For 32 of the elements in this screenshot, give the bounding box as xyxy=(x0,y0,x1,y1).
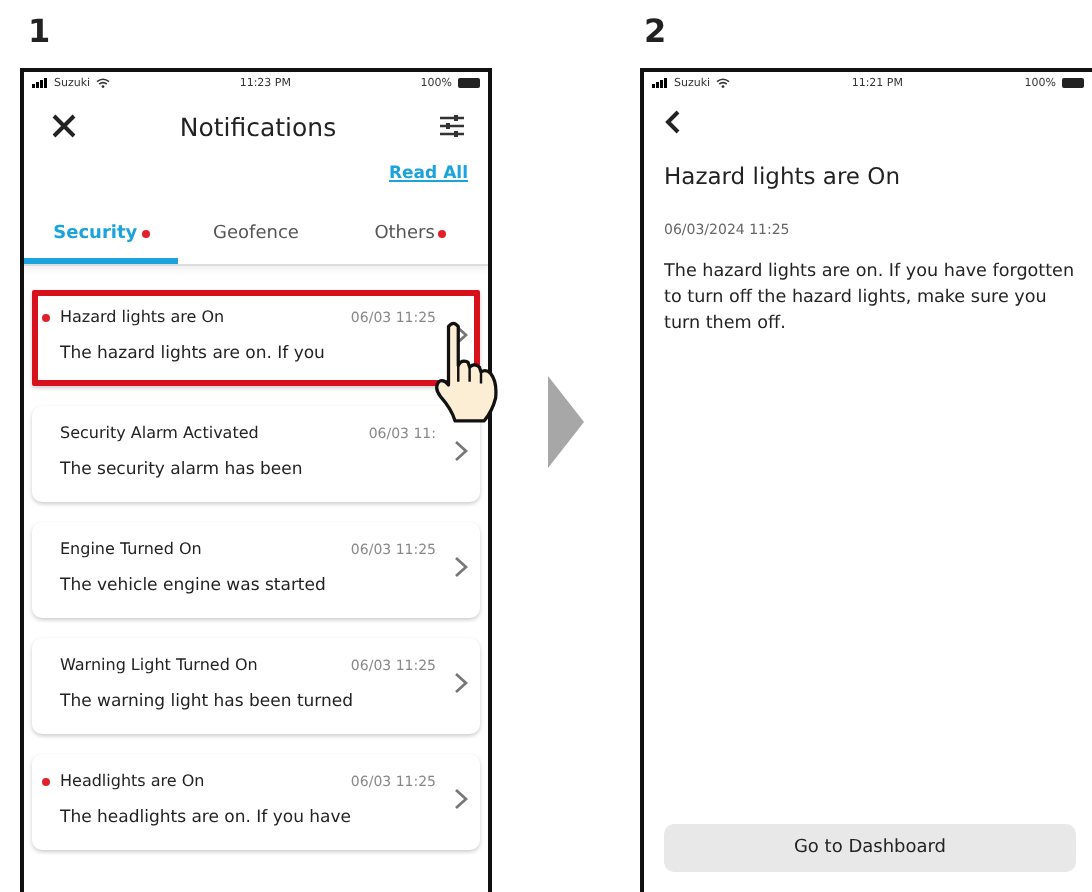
step-number: 2 xyxy=(644,12,667,50)
back-icon[interactable] xyxy=(664,110,680,134)
step-number: 1 xyxy=(28,12,51,50)
signal-icon xyxy=(652,78,668,88)
notification-preview: The vehicle engine was started xyxy=(60,576,328,596)
chevron-right-icon xyxy=(454,440,468,462)
filter-settings-icon[interactable] xyxy=(440,114,464,138)
next-step-arrow-icon xyxy=(548,376,584,468)
notification-preview: The warning light has been turned xyxy=(60,692,356,712)
category-tab[interactable]: Geofence xyxy=(178,212,334,264)
notification-title: Security Alarm Activated xyxy=(60,424,259,442)
notification-title: Hazard lights are On xyxy=(664,162,902,190)
chevron-right-icon xyxy=(454,788,468,810)
close-icon[interactable] xyxy=(52,114,76,138)
notification-body: The hazard lights are on. If you have forgotten to turn off the hazard lights, make sure you turn them off. xyxy=(664,260,1076,338)
chevron-right-icon xyxy=(454,556,468,578)
notification-title: Headlights are On xyxy=(60,772,205,790)
notification-title: Warning Light Turned On xyxy=(60,656,258,674)
notification-title: Engine Turned On xyxy=(60,540,202,558)
screen-title: Notifications xyxy=(179,111,337,141)
battery-icon xyxy=(1061,78,1084,88)
wifi-icon xyxy=(716,78,731,88)
category-tab[interactable]: Others xyxy=(333,212,488,264)
signal-icon xyxy=(32,78,48,88)
notification-preview: The headlights are on. If you have xyxy=(60,808,354,828)
notification-preview: The hazard lights are on. If you xyxy=(60,344,327,364)
notification-title: Hazard lights are On xyxy=(60,308,225,326)
wifi-icon xyxy=(96,78,111,88)
go-to-dashboard-button[interactable]: Go to Dashboard xyxy=(664,824,1076,872)
notification-preview: The security alarm has been xyxy=(60,460,305,480)
chevron-right-icon xyxy=(454,672,468,694)
battery-icon xyxy=(457,78,480,88)
